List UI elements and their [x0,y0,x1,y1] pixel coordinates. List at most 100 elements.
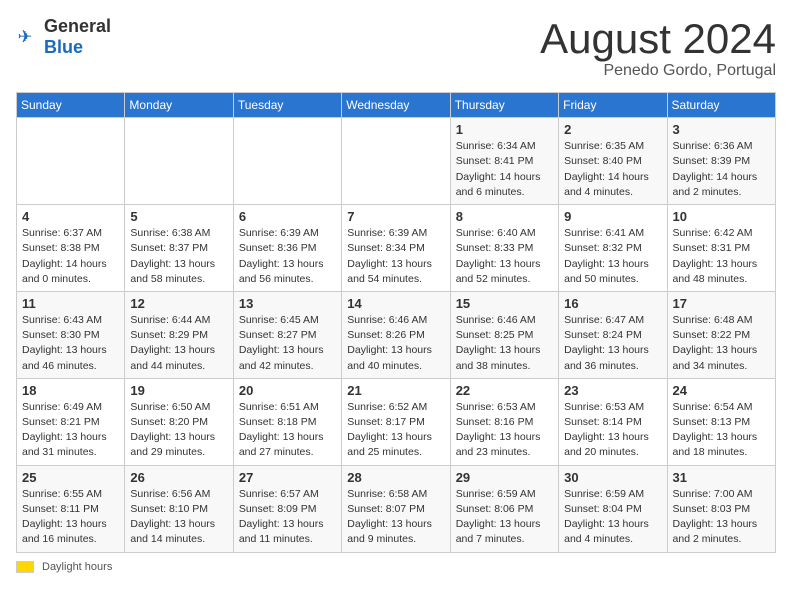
logo-icon: ✈ [16,25,40,49]
day-number: 22 [456,383,553,398]
calendar-cell: 24Sunrise: 6:54 AM Sunset: 8:13 PM Dayli… [667,378,775,465]
calendar-cell: 14Sunrise: 6:46 AM Sunset: 8:26 PM Dayli… [342,291,450,378]
day-number: 18 [22,383,119,398]
weekday-header-row: SundayMondayTuesdayWednesdayThursdayFrid… [17,93,776,118]
day-info: Sunrise: 6:34 AM Sunset: 8:41 PM Dayligh… [456,139,553,200]
day-number: 14 [347,296,444,311]
day-info: Sunrise: 6:53 AM Sunset: 8:16 PM Dayligh… [456,400,553,461]
day-info: Sunrise: 6:51 AM Sunset: 8:18 PM Dayligh… [239,400,336,461]
day-number: 10 [673,209,770,224]
calendar-cell: 22 Sunrise: 6:53 AM Sunset: 8:16 PM Dayli… [450,378,558,465]
day-number: 24 [673,383,770,398]
day-info: Sunrise: 6:44 AM Sunset: 8:29 PM Dayligh… [130,313,227,374]
day-info: Sunrise: 6:37 AM Sunset: 8:38 PM Dayligh… [22,226,119,287]
calendar-cell: 18 Sunrise: 6:49 AM Sunset: 8:21 PM Dayli… [17,378,125,465]
calendar-cell: 21 Sunrise: 6:52 AM Sunset: 8:17 PM Dayli… [342,378,450,465]
logo-blue-text: Blue [44,37,83,57]
calendar-cell: 7 Sunrise: 6:39 AM Sunset: 8:34 PM Daylig… [342,205,450,292]
day-number: 12 [130,296,227,311]
header: ✈ General Blue August 2024 Penedo Gordo,… [16,16,776,80]
calendar-cell: 9 Sunrise: 6:41 AM Sunset: 8:32 PM Daylig… [559,205,667,292]
calendar-week-row: 1 Sunrise: 6:34 AM Sunset: 8:41 PM Daylig… [17,118,776,205]
legend-label: Daylight hours [42,561,112,573]
calendar-cell: 5Sunrise: 6:38 AM Sunset: 8:37 PM Daylig… [125,205,233,292]
logo: ✈ General Blue [16,16,111,58]
day-number: 20 [239,383,336,398]
day-info: Sunrise: 7:00 AM Sunset: 8:03 PM Dayligh… [673,487,770,548]
day-number: 30 [564,470,661,485]
legend-icon [16,561,34,573]
calendar-cell [17,118,125,205]
day-number: 3 [673,122,770,137]
day-info: Sunrise: 6:39 AM Sunset: 8:34 PM Dayligh… [347,226,444,287]
calendar-cell: 29 Sunrise: 6:59 AM Sunset: 8:06 PM Dayli… [450,465,558,552]
day-info: Sunrise: 6:53 AM Sunset: 8:14 PM Dayligh… [564,400,661,461]
calendar-cell [233,118,341,205]
day-info: Sunrise: 6:52 AM Sunset: 8:17 PM Dayligh… [347,400,444,461]
calendar-cell: 8Sunrise: 6:40 AM Sunset: 8:33 PM Daylig… [450,205,558,292]
day-number: 1 [456,122,553,137]
day-info: Sunrise: 6:56 AM Sunset: 8:10 PM Dayligh… [130,487,227,548]
day-info: Sunrise: 6:59 AM Sunset: 8:04 PM Dayligh… [564,487,661,548]
calendar-cell: 20 Sunrise: 6:51 AM Sunset: 8:18 PM Dayli… [233,378,341,465]
day-number: 19 [130,383,227,398]
calendar-cell: 19 Sunrise: 6:50 AM Sunset: 8:20 PM Dayli… [125,378,233,465]
logo-general-text: General [44,16,111,36]
day-info: Sunrise: 6:43 AM Sunset: 8:30 PM Dayligh… [22,313,119,374]
calendar-cell: 10 Sunrise: 6:42 AM Sunset: 8:31 PM Dayli… [667,205,775,292]
day-info: Sunrise: 6:41 AM Sunset: 8:32 PM Dayligh… [564,226,661,287]
calendar-cell: 15Sunrise: 6:46 AM Sunset: 8:25 PM Dayli… [450,291,558,378]
day-number: 9 [564,209,661,224]
day-number: 27 [239,470,336,485]
calendar-cell: 23Sunrise: 6:53 AM Sunset: 8:14 PM Dayli… [559,378,667,465]
day-number: 6 [239,209,336,224]
calendar-table: SundayMondayTuesdayWednesdayThursdayFrid… [16,92,776,552]
day-info: Sunrise: 6:42 AM Sunset: 8:31 PM Dayligh… [673,226,770,287]
calendar-week-row: 25Sunrise: 6:55 AM Sunset: 8:11 PM Dayli… [17,465,776,552]
legend: Daylight hours [16,561,776,573]
calendar-cell: 12 Sunrise: 6:44 AM Sunset: 8:29 PM Dayli… [125,291,233,378]
calendar-cell: 25Sunrise: 6:55 AM Sunset: 8:11 PM Dayli… [17,465,125,552]
title-area: August 2024 Penedo Gordo, Portugal [540,16,776,80]
calendar-cell: 6Sunrise: 6:39 AM Sunset: 8:36 PM Daylig… [233,205,341,292]
day-info: Sunrise: 6:50 AM Sunset: 8:20 PM Dayligh… [130,400,227,461]
weekday-header-tuesday: Tuesday [233,93,341,118]
day-info: Sunrise: 6:48 AM Sunset: 8:22 PM Dayligh… [673,313,770,374]
day-info: Sunrise: 6:59 AM Sunset: 8:06 PM Dayligh… [456,487,553,548]
day-number: 21 [347,383,444,398]
day-info: Sunrise: 6:40 AM Sunset: 8:33 PM Dayligh… [456,226,553,287]
day-info: Sunrise: 6:49 AM Sunset: 8:21 PM Dayligh… [22,400,119,461]
day-info: Sunrise: 6:35 AM Sunset: 8:40 PM Dayligh… [564,139,661,200]
day-number: 29 [456,470,553,485]
calendar-week-row: 4Sunrise: 6:37 AM Sunset: 8:38 PM Daylig… [17,205,776,292]
calendar-cell: 17Sunrise: 6:48 AM Sunset: 8:22 PM Dayli… [667,291,775,378]
day-number: 26 [130,470,227,485]
calendar-cell: 1 Sunrise: 6:34 AM Sunset: 8:41 PM Daylig… [450,118,558,205]
calendar-cell [125,118,233,205]
weekday-header-monday: Monday [125,93,233,118]
calendar-cell: 2 Sunrise: 6:35 AM Sunset: 8:40 PM Daylig… [559,118,667,205]
calendar-cell: 26 Sunrise: 6:56 AM Sunset: 8:10 PM Dayli… [125,465,233,552]
day-number: 28 [347,470,444,485]
day-info: Sunrise: 6:36 AM Sunset: 8:39 PM Dayligh… [673,139,770,200]
calendar-cell: 3 Sunrise: 6:36 AM Sunset: 8:39 PM Daylig… [667,118,775,205]
day-info: Sunrise: 6:58 AM Sunset: 8:07 PM Dayligh… [347,487,444,548]
calendar-cell: 30 Sunrise: 6:59 AM Sunset: 8:04 PM Dayli… [559,465,667,552]
day-number: 15 [456,296,553,311]
weekday-header-saturday: Saturday [667,93,775,118]
day-number: 31 [673,470,770,485]
day-number: 2 [564,122,661,137]
location-title: Penedo Gordo, Portugal [540,62,776,80]
day-number: 16 [564,296,661,311]
calendar-cell: 27 Sunrise: 6:57 AM Sunset: 8:09 PM Dayli… [233,465,341,552]
weekday-header-thursday: Thursday [450,93,558,118]
calendar-cell: 16Sunrise: 6:47 AM Sunset: 8:24 PM Dayli… [559,291,667,378]
day-info: Sunrise: 6:57 AM Sunset: 8:09 PM Dayligh… [239,487,336,548]
calendar-cell: 13Sunrise: 6:45 AM Sunset: 8:27 PM Dayli… [233,291,341,378]
day-number: 5 [130,209,227,224]
day-number: 25 [22,470,119,485]
calendar-cell [342,118,450,205]
calendar-week-row: 18 Sunrise: 6:49 AM Sunset: 8:21 PM Dayli… [17,378,776,465]
calendar-cell: 11Sunrise: 6:43 AM Sunset: 8:30 PM Dayli… [17,291,125,378]
day-number: 7 [347,209,444,224]
